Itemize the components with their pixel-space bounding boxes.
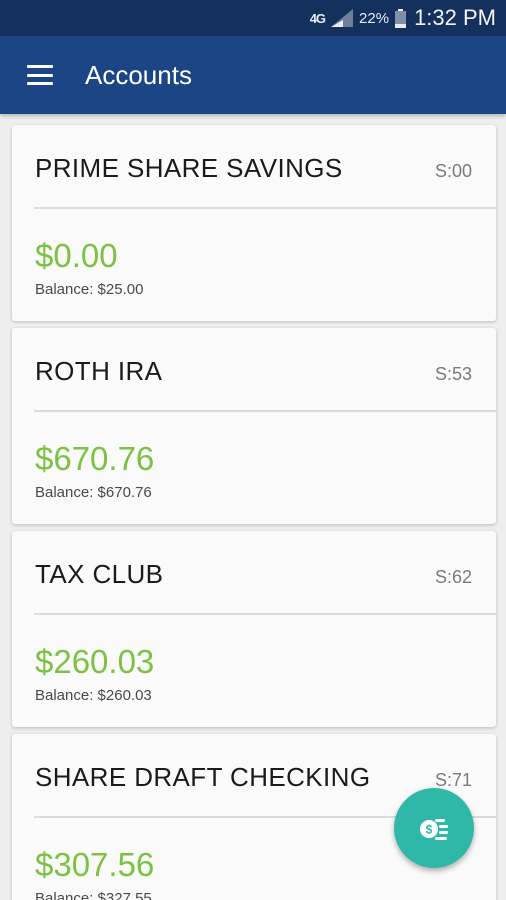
available-amount: $307.56 xyxy=(35,846,155,883)
account-name: SHARE DRAFT CHECKING xyxy=(35,762,371,792)
clock-label: 1:32 PM xyxy=(414,5,496,30)
account-card[interactable]: TAX CLUB S:62 $260.03 Balance: $260.03 xyxy=(12,531,496,727)
battery-icon xyxy=(395,8,407,28)
status-bar: 4G 22% 1:32 PM xyxy=(0,0,506,36)
balance-label: Balance: $670.76 xyxy=(35,484,152,501)
balance-label: Balance: $260.03 xyxy=(35,687,152,704)
account-name: PRIME SHARE SAVINGS xyxy=(35,153,343,183)
account-card[interactable]: PRIME SHARE SAVINGS S:00 $0.00 Balance: … xyxy=(12,125,496,321)
app-bar: Accounts xyxy=(0,36,506,114)
available-amount: $670.76 xyxy=(35,440,155,477)
account-name: ROTH IRA xyxy=(35,356,163,386)
transfer-fab-button[interactable]: $ xyxy=(394,788,474,868)
signal-icon xyxy=(331,9,354,27)
account-suffix: S:62 xyxy=(434,567,472,587)
account-suffix: S:53 xyxy=(434,364,472,384)
account-list: PRIME SHARE SAVINGS S:00 $0.00 Balance: … xyxy=(0,114,506,900)
available-amount: $0.00 xyxy=(35,237,118,274)
hamburger-menu-icon[interactable] xyxy=(27,65,53,85)
network-type-label: 4G xyxy=(309,10,326,26)
account-card[interactable]: ROTH IRA S:53 $670.76 Balance: $670.76 xyxy=(12,328,496,524)
page-title: Accounts xyxy=(85,59,192,90)
svg-text:$: $ xyxy=(426,823,433,837)
balance-label: Balance: $25.00 xyxy=(35,281,144,298)
card-divider xyxy=(34,613,496,615)
available-amount: $260.03 xyxy=(35,643,155,680)
account-suffix: S:00 xyxy=(434,161,472,181)
card-divider xyxy=(34,207,496,209)
battery-percent-label: 22% xyxy=(359,9,390,27)
card-divider xyxy=(34,410,496,412)
balance-label: Balance: $327.55 xyxy=(35,890,152,900)
account-name: TAX CLUB xyxy=(35,559,164,589)
transfer-money-icon: $ xyxy=(420,819,448,840)
